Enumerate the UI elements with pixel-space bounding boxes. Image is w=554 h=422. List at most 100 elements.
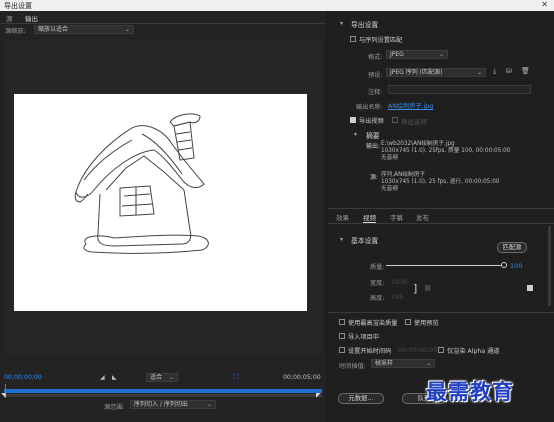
preset-label: 预设: (368, 72, 383, 79)
collapse-arrow-icon[interactable]: ▾ (340, 236, 343, 243)
source-range-label: 源范围: (104, 404, 125, 411)
import-preset-icon[interactable]: ⛁ (506, 67, 512, 75)
match-source-button[interactable]: 匹配源 (497, 242, 527, 253)
summary-output-line: 无音频 (381, 155, 399, 161)
source-range-select[interactable]: 序列切入 / 序列切出 ⌄ (130, 400, 216, 409)
preset-value: JPEG 序列 (匹配源) (390, 69, 443, 76)
metadata-button[interactable]: 元数据... (338, 393, 384, 404)
chevron-down-icon: ⌄ (206, 401, 212, 408)
out-point-marker-icon[interactable]: ◤ (316, 392, 321, 399)
export-audio-label: 导出音频 (401, 118, 427, 126)
chain-link-icon[interactable]: ⛓ (424, 285, 432, 292)
delete-preset-icon[interactable]: 🗑 (521, 67, 530, 75)
interp-label: 时间插值: (339, 363, 366, 370)
source-range-value: 序列切入 / 序列切出 (134, 401, 188, 408)
section-divider (328, 208, 554, 209)
link-bracket-icon: ] (413, 282, 418, 295)
export-video-checkbox[interactable] (350, 117, 356, 123)
auto-size-checkbox[interactable] (527, 285, 533, 291)
format-select[interactable]: JPEG ⌄ (386, 50, 448, 59)
summary-title: 摘要 (366, 132, 380, 140)
tab-video[interactable]: 视频 (363, 212, 376, 223)
tabs-divider (0, 23, 326, 24)
export-video-label: 导出视频 (359, 118, 384, 125)
match-sequence-checkbox[interactable] (350, 36, 356, 42)
render-alpha-checkbox[interactable] (438, 347, 444, 353)
scrollbar[interactable] (548, 226, 551, 306)
left-tabs: 源 输出 (0, 13, 60, 24)
collapse-arrow-icon[interactable]: ▾ (340, 20, 343, 27)
fit-select[interactable]: 适合 ⌄ (146, 373, 178, 382)
import-project-checkbox[interactable] (339, 333, 345, 339)
quality-label: 质量: (370, 264, 385, 271)
tab-source[interactable]: 源 (6, 13, 13, 23)
quality-slider-fill (386, 265, 504, 266)
format-value: JPEG (390, 51, 404, 58)
current-timecode[interactable]: 00;00;00;00 (4, 374, 42, 381)
width-value[interactable]: 1030 (391, 278, 408, 286)
max-render-label: 使用最高渲染质量 (348, 320, 398, 327)
summary-output: E:\wb2032\AN绘制房子.jpg 1030x745 (1.0), 25f… (381, 141, 531, 162)
save-preset-icon[interactable]: ⤓ (493, 67, 496, 76)
use-preview-checkbox[interactable] (405, 319, 411, 325)
fit-value: 适合 (150, 374, 163, 381)
tab-publish[interactable]: 发布 (416, 212, 429, 222)
quality-value[interactable]: 100 (510, 262, 522, 270)
close-icon[interactable]: ✕ (541, 0, 548, 9)
chevron-down-icon: ⌄ (476, 69, 482, 76)
collapse-arrow-icon[interactable]: ▾ (354, 131, 357, 138)
output-name-label: 输出名称: (356, 104, 383, 111)
use-preview-label: 使用预览 (414, 320, 439, 327)
crop-icon[interactable]: ⛶ (234, 373, 239, 382)
section-divider (328, 312, 554, 313)
quality-slider-knob[interactable] (501, 262, 507, 268)
work-area-bar[interactable] (4, 389, 322, 393)
chevron-down-icon: ⌄ (425, 360, 431, 367)
tabs-divider (328, 223, 554, 224)
match-sequence-label: 与序列设置匹配 (359, 37, 403, 44)
chevron-down-icon: ⌄ (438, 51, 444, 58)
tab-effects[interactable]: 效果 (336, 212, 349, 222)
house-drawing (74, 113, 209, 254)
summary-source-line: 无音频 (381, 186, 399, 192)
source-scaling-select[interactable]: 缩放以适合 ⌄ (34, 25, 134, 34)
height-value[interactable]: 745 (391, 293, 403, 301)
source-scaling-label: 源缩放: (5, 28, 26, 35)
source-scaling-value: 缩放以适合 (38, 26, 69, 33)
import-project-label: 导入项目中 (348, 334, 379, 341)
title-bar: 导出设置 ✕ (0, 0, 554, 11)
interp-select[interactable]: 帧采样 ⌄ (371, 359, 435, 368)
summary-source-line: 1030x745 (1.0), 25 fps, 逐行, 00:00:05:00 (381, 179, 500, 185)
summary-source-line: 序列,AN绘制房子 (381, 172, 426, 178)
preview-canvas (14, 94, 307, 311)
watermark-logo: 最需教育 (426, 379, 514, 404)
export-audio-checkbox[interactable] (392, 117, 398, 123)
width-label: 宽度: (370, 280, 385, 287)
mark-out-icon[interactable]: ◣ (112, 374, 117, 381)
summary-source: 序列,AN绘制房子 1030x745 (1.0), 25 fps, 逐行, 00… (381, 172, 531, 193)
timeline-ruler (4, 394, 322, 397)
comment-input[interactable] (388, 85, 531, 94)
summary-output-line: 1030x745 (1.0), 25fps, 质量 100, 00:00:05:… (381, 148, 511, 154)
set-start-tc-checkbox[interactable] (339, 347, 345, 353)
settings-tabs: 效果 视频 字幕 发布 (336, 212, 446, 223)
mark-in-icon[interactable]: ◢ (100, 374, 105, 381)
summary-source-label: 源: (370, 174, 379, 181)
export-settings-title: 导出设置 (351, 21, 379, 29)
chevron-down-icon: ⌄ (168, 374, 174, 381)
tab-captions[interactable]: 字幕 (390, 212, 403, 222)
preset-select[interactable]: JPEG 序列 (匹配源) ⌄ (386, 68, 486, 77)
format-label: 格式: (368, 54, 383, 61)
summary-output-label: 输出: (366, 143, 381, 150)
max-render-checkbox[interactable] (339, 319, 345, 325)
set-start-tc-label: 设置开始时间码 (348, 348, 392, 355)
comment-label: 注释: (368, 89, 383, 96)
basic-settings-title: 基本设置 (351, 237, 379, 245)
start-tc-value[interactable]: 00:00:00:00 (398, 346, 438, 354)
in-point-marker-icon[interactable]: ◥ (1, 392, 6, 399)
summary-output-line: E:\wb2032\AN绘制房子.jpg (381, 141, 455, 147)
chevron-down-icon: ⌄ (124, 26, 130, 33)
window-title: 导出设置 (4, 2, 32, 10)
output-name-link[interactable]: AN绘制房子.jpg (388, 101, 433, 110)
render-alpha-label: 仅渲染 Alpha 通道 (447, 348, 500, 355)
